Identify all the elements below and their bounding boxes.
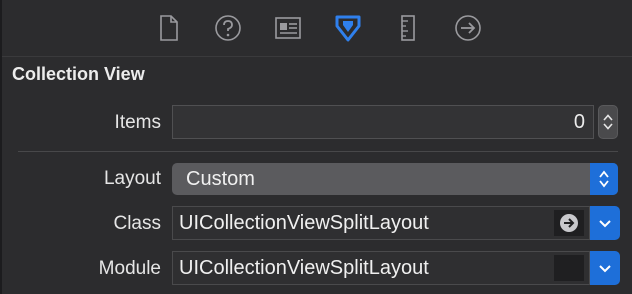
updown-chevron-icon (590, 163, 618, 195)
module-goto-button[interactable] (554, 255, 584, 281)
connections-inspector-icon[interactable] (453, 12, 483, 44)
class-value: UICollectionViewSplitLayout (179, 211, 429, 234)
layout-value: Custom (186, 167, 255, 190)
identity-inspector-icon[interactable] (273, 12, 303, 44)
items-field[interactable]: 0 (172, 105, 594, 139)
items-label: Items (114, 112, 161, 133)
layout-label: Layout (103, 168, 161, 189)
class-dropdown-button[interactable] (590, 206, 620, 240)
module-dropdown-button[interactable] (590, 251, 620, 285)
layout-popup-button[interactable]: Custom (172, 163, 618, 195)
class-goto-button[interactable] (554, 210, 584, 236)
inspector-toolbar (2, 0, 632, 57)
help-inspector-icon[interactable] (213, 12, 243, 44)
class-label: Class (113, 213, 161, 234)
items-value: 0 (573, 110, 585, 133)
chevron-down-icon (599, 264, 611, 272)
attributes-inspector-icon[interactable] (333, 12, 363, 44)
items-stepper[interactable] (598, 105, 618, 139)
stepper-down-icon[interactable] (603, 123, 613, 130)
section-title: Collection View (12, 64, 145, 84)
arrow-circle-icon (560, 214, 578, 232)
size-inspector-icon[interactable] (393, 12, 423, 44)
module-combo-field[interactable]: UICollectionViewSplitLayout (172, 251, 590, 285)
class-combo-field[interactable]: UICollectionViewSplitLayout (172, 206, 590, 240)
stepper-up-icon[interactable] (603, 114, 613, 121)
divider (18, 151, 618, 152)
file-inspector-icon[interactable] (154, 12, 184, 44)
module-value: UICollectionViewSplitLayout (179, 256, 429, 279)
chevron-down-icon (599, 219, 611, 227)
module-label: Module (98, 258, 161, 279)
